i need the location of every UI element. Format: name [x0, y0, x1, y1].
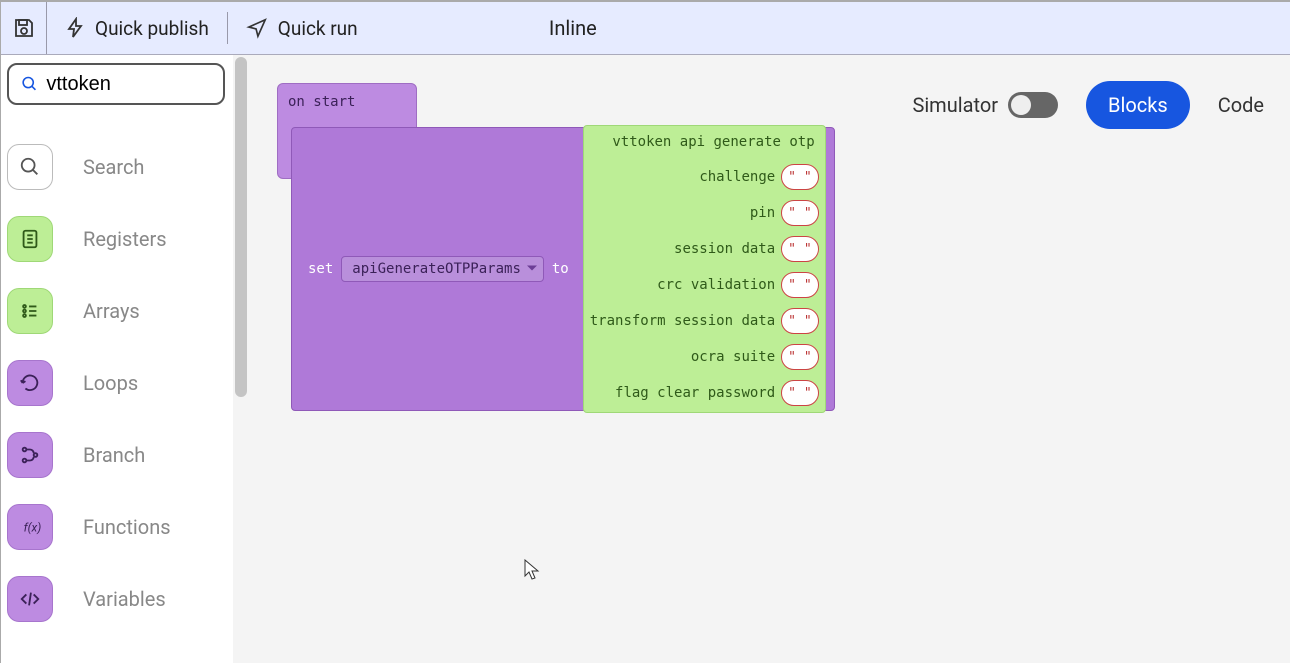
- object-field-label: transform session data: [590, 313, 775, 329]
- main-area: Search Registers Arrays Loops Branch: [1, 55, 1290, 663]
- sidebar-item-search[interactable]: Search: [7, 131, 227, 203]
- quick-publish-button[interactable]: Quick publish: [47, 2, 227, 54]
- simulator-toggle[interactable]: [1008, 92, 1058, 118]
- sidebar-item-label: Arrays: [83, 299, 140, 323]
- scrollbar-thumb[interactable]: [235, 57, 247, 397]
- code-mode-button[interactable]: Code: [1218, 93, 1264, 117]
- list-icon: [7, 288, 53, 334]
- object-field-label: ocra suite: [691, 349, 775, 365]
- sidebar-item-functions[interactable]: f(x) Functions: [7, 491, 227, 563]
- simulator-label: Simulator: [912, 93, 998, 117]
- blocks-mode-label: Blocks: [1108, 93, 1168, 117]
- loop-icon: [7, 360, 53, 406]
- to-keyword: to: [544, 261, 577, 277]
- sidebar-item-arrays[interactable]: Arrays: [7, 275, 227, 347]
- object-field-label: challenge: [699, 169, 775, 185]
- sidebar-item-label: Loops: [83, 371, 138, 395]
- string-value-input[interactable]: " ": [781, 308, 818, 334]
- function-icon: f(x): [7, 504, 53, 550]
- lightning-icon: [65, 17, 85, 39]
- mouse-cursor-icon: [524, 559, 540, 581]
- object-field-row: flag clear password " ": [590, 380, 819, 406]
- object-field-row: transform session data " ": [590, 308, 819, 334]
- quick-publish-label: Quick publish: [95, 17, 209, 40]
- sidebar-item-registers[interactable]: Registers: [7, 203, 227, 275]
- sidebar-item-label: Variables: [83, 587, 166, 611]
- object-field-row: pin " ": [590, 200, 819, 226]
- sidebar-scrollbar[interactable]: [233, 55, 249, 663]
- workspace-canvas[interactable]: Simulator Blocks Code on start set apiGe…: [249, 55, 1290, 663]
- set-variable-block[interactable]: set apiGenerateOTPParams to vttoken api …: [291, 127, 835, 411]
- object-field-row: challenge " ": [590, 164, 819, 190]
- simulator-toggle-group[interactable]: Simulator: [912, 92, 1058, 118]
- object-field-label: session data: [674, 241, 775, 257]
- search-icon: [21, 74, 38, 94]
- branch-icon: [7, 432, 53, 478]
- sidebar-item-label: Registers: [83, 227, 167, 251]
- string-value-input[interactable]: " ": [781, 272, 818, 298]
- quick-run-label: Quick run: [278, 17, 358, 40]
- string-value-input[interactable]: " ": [781, 380, 818, 406]
- sidebar-item-branch[interactable]: Branch: [7, 419, 227, 491]
- object-field-label: flag clear password: [615, 385, 775, 401]
- blocks-mode-button[interactable]: Blocks: [1086, 81, 1190, 129]
- top-toolbar: Quick publish Quick run Inline: [1, 2, 1290, 55]
- sidebar-item-loops[interactable]: Loops: [7, 347, 227, 419]
- code-icon: [7, 576, 53, 622]
- object-field-row: ocra suite " ": [590, 344, 819, 370]
- variable-dropdown[interactable]: apiGenerateOTPParams: [341, 256, 544, 282]
- string-value-input[interactable]: " ": [781, 164, 818, 190]
- set-keyword: set: [300, 261, 341, 277]
- document-icon: [7, 216, 53, 262]
- object-field-label: crc validation: [657, 277, 775, 293]
- sidebar-item-label: Search: [83, 155, 144, 179]
- object-field-row: crc validation " ": [590, 272, 819, 298]
- svg-text:f(x): f(x): [24, 521, 41, 535]
- sidebar: Search Registers Arrays Loops Branch: [1, 55, 233, 663]
- page-title: Inline: [376, 16, 1290, 40]
- object-block-title: vttoken api generate otp: [590, 130, 819, 154]
- mode-switch-bar: Simulator Blocks Code: [912, 81, 1264, 129]
- object-field-label: pin: [750, 205, 775, 221]
- sidebar-item-variables[interactable]: Variables: [7, 563, 227, 635]
- sidebar-item-label: Branch: [83, 443, 145, 467]
- code-mode-label: Code: [1218, 93, 1264, 117]
- send-icon: [246, 17, 268, 39]
- string-value-input[interactable]: " ": [781, 200, 818, 226]
- quick-run-button[interactable]: Quick run: [228, 2, 376, 54]
- object-literal-block[interactable]: vttoken api generate otp challenge " " p…: [583, 125, 826, 413]
- search-input[interactable]: [46, 73, 211, 96]
- search-icon: [7, 144, 53, 190]
- save-icon: [12, 16, 36, 40]
- string-value-input[interactable]: " ": [781, 344, 818, 370]
- save-button[interactable]: [1, 2, 47, 54]
- search-box[interactable]: [7, 63, 225, 105]
- sidebar-item-label: Functions: [83, 515, 171, 539]
- object-field-row: session data " ": [590, 236, 819, 262]
- string-value-input[interactable]: " ": [781, 236, 818, 262]
